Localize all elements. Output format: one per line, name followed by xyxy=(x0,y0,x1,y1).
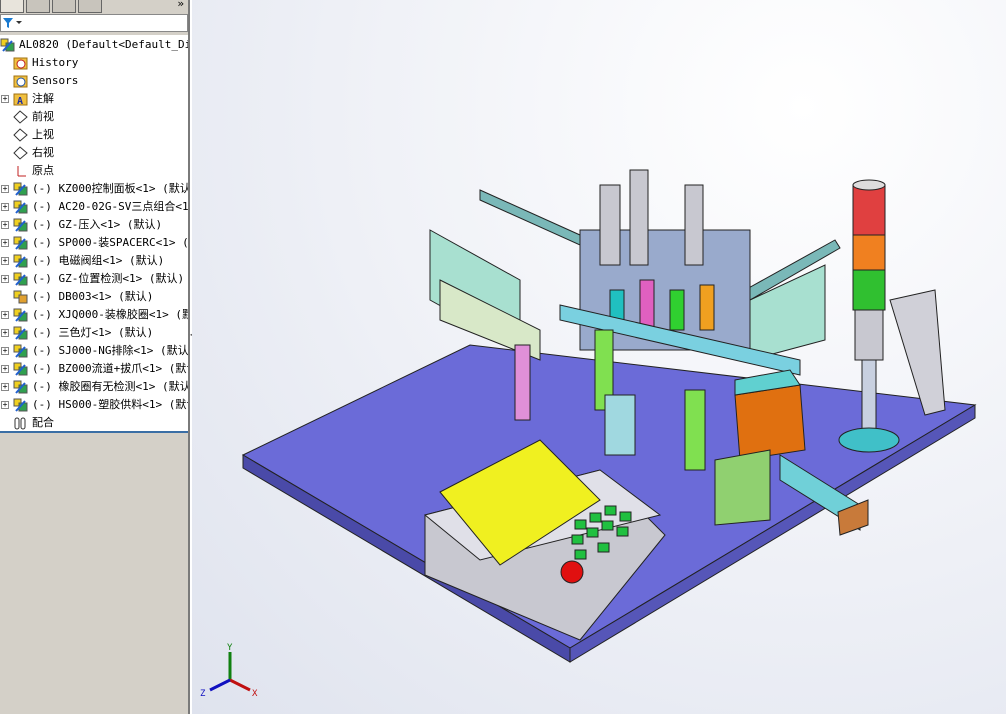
subassembly-icon xyxy=(13,272,28,286)
tree-item[interactable]: + (-) GZ-压入<1> (默认) xyxy=(0,216,188,234)
tree-item[interactable]: Sensors xyxy=(0,72,188,90)
plane-icon xyxy=(13,128,28,142)
tree-item-label: (-) SP000-装SPACERC<1> (默 xyxy=(32,236,188,249)
subassembly-icon xyxy=(13,236,28,250)
tab-property-manager[interactable] xyxy=(26,0,50,13)
tree-item-label: (-) XJQ000-装橡胶圈<1> (默 xyxy=(32,308,188,321)
plane-icon xyxy=(13,110,28,124)
tree-item-label: 右视 xyxy=(32,146,54,159)
subassembly-icon xyxy=(13,308,28,322)
assembly-model: Y X Z xyxy=(200,169,977,699)
tab-feature-manager[interactable] xyxy=(0,0,24,13)
triad-z-label: Z xyxy=(200,689,206,699)
tree-item-label: (-) GZ-位置检测<1> (默认) xyxy=(32,272,185,285)
tree-item-label: (-) GZ-压入<1> (默认) xyxy=(32,218,163,231)
tree-item[interactable]: + (-) HS000-塑胶供料<1> (默认 xyxy=(0,396,188,414)
expand-toggle[interactable]: + xyxy=(1,239,9,247)
panel-tabs: » xyxy=(0,0,188,14)
tree-item[interactable]: + (-) 橡胶圈有无检测<1> (默认 xyxy=(0,378,188,396)
tab-display-manager[interactable] xyxy=(78,0,102,13)
expand-toggle[interactable]: + xyxy=(1,347,9,355)
svg-text:A: A xyxy=(17,96,23,106)
tree-item[interactable]: + (-) SP000-装SPACERC<1> (默 xyxy=(0,234,188,252)
tree-item-label: (-) 电磁阀组<1> (默认) xyxy=(32,254,165,267)
mates-icon xyxy=(14,417,26,430)
expand-toggle[interactable]: + xyxy=(1,257,9,265)
plane-icon xyxy=(13,146,28,160)
graphics-viewport[interactable]: Y X Z xyxy=(192,0,1006,714)
view-triad: Y X Z xyxy=(200,643,258,699)
tree-item-label: (-) AC20-02G-SV三点组合<1> xyxy=(32,200,188,213)
tree-item[interactable]: + A 注解 xyxy=(0,90,188,108)
subassembly-icon xyxy=(13,362,28,376)
tree-item-label: (-) 三色灯<1> (默认) xyxy=(32,326,154,339)
tree-item[interactable]: 前视 xyxy=(0,108,188,126)
tree-item-label: 原点 xyxy=(32,164,54,177)
tab-configuration-manager[interactable] xyxy=(52,0,76,13)
tree-item[interactable]: + (-) 电磁阀组<1> (默认) xyxy=(0,252,188,270)
tree-item[interactable]: History xyxy=(0,54,188,72)
tree-item-label: (-) BZ000流道+拔爪<1> (默认 xyxy=(32,362,188,375)
tree-item[interactable]: + (-) BZ000流道+拔爪<1> (默认 xyxy=(0,360,188,378)
tree-item-label: (-) DB003<1> (默认) xyxy=(32,290,154,303)
tree-root-assembly[interactable]: AL0820 (Default<Default_Disp xyxy=(0,36,188,54)
tree-item[interactable]: + (-) KZ000控制面板<1> (默认 xyxy=(0,180,188,198)
triad-y-label: Y xyxy=(227,643,233,653)
subassembly-icon xyxy=(13,200,28,214)
expand-toggle[interactable]: + xyxy=(1,95,9,103)
tree-item[interactable]: 右视 xyxy=(0,144,188,162)
expand-toggle[interactable]: + xyxy=(1,185,9,193)
tree-item-label: Sensors xyxy=(32,74,79,87)
origin-icon xyxy=(17,166,26,177)
expand-toggle[interactable]: + xyxy=(1,401,9,409)
feature-tree: AL0820 (Default<Default_Disp History Senso… xyxy=(0,35,188,433)
expand-toggle[interactable]: + xyxy=(1,383,9,391)
expand-toggle[interactable]: + xyxy=(1,221,9,229)
tree-item-label: (-) HS000-塑胶供料<1> (默认 xyxy=(32,398,188,411)
tree-item-label: (-) SJ000-NG排除<1> (默认) xyxy=(32,344,188,357)
expand-toggle[interactable]: + xyxy=(1,365,9,373)
subassembly-icon xyxy=(13,254,28,268)
tree-filter[interactable] xyxy=(0,14,188,32)
subassembly-icon xyxy=(13,380,28,394)
subassembly-icon xyxy=(13,326,28,340)
tree-item-label: 前视 xyxy=(32,110,54,123)
tree-item-label: 注解 xyxy=(32,92,54,105)
tree-item[interactable]: 原点 xyxy=(0,162,188,180)
expand-toggle[interactable]: + xyxy=(1,203,9,211)
tree-item-label: 上视 xyxy=(32,128,54,141)
history-folder-icon xyxy=(13,57,28,70)
subassembly-icon xyxy=(0,38,15,52)
tree-item[interactable]: + (-) AC20-02G-SV三点组合<1> xyxy=(0,198,188,216)
more-tabs-button[interactable]: » xyxy=(177,0,184,10)
annotations-folder-icon: A xyxy=(13,93,28,106)
subassembly-icon xyxy=(13,182,28,196)
sensors-folder-icon xyxy=(13,75,28,88)
expand-toggle[interactable]: + xyxy=(1,329,9,337)
tree-item-label: (-) 橡胶圈有无检测<1> (默认 xyxy=(32,380,188,393)
tree-item[interactable]: + (-) XJQ000-装橡胶圈<1> (默 xyxy=(0,306,188,324)
expand-toggle[interactable]: + xyxy=(1,311,9,319)
tree-item[interactable]: + (-) 三色灯<1> (默认) xyxy=(0,324,188,342)
tree-item[interactable]: 上视 xyxy=(0,126,188,144)
part-icon xyxy=(13,290,28,304)
tree-item-label: AL0820 (Default<Default_Disp xyxy=(19,38,188,51)
expand-toggle[interactable]: + xyxy=(1,275,9,283)
tree-item-label: 配合 xyxy=(32,416,54,429)
subassembly-icon xyxy=(13,398,28,412)
feature-manager-panel: » AL0820 (Default<Default_Disp History Sen… xyxy=(0,0,194,714)
funnel-icon xyxy=(3,18,22,28)
emergency-stop xyxy=(560,560,584,584)
tree-item-label: History xyxy=(32,56,79,69)
tree-item[interactable]: + (-) GZ-位置检测<1> (默认) xyxy=(0,270,188,288)
tree-item-label: (-) KZ000控制面板<1> (默认 xyxy=(32,182,188,195)
tree-item[interactable]: (-) DB003<1> (默认) xyxy=(0,288,188,306)
tree-item[interactable]: + (-) SJ000-NG排除<1> (默认) xyxy=(0,342,188,360)
subassembly-icon xyxy=(13,218,28,232)
tree-item[interactable]: 配合 xyxy=(0,414,188,431)
subassembly-icon xyxy=(13,344,28,358)
triad-x-label: X xyxy=(252,689,258,699)
